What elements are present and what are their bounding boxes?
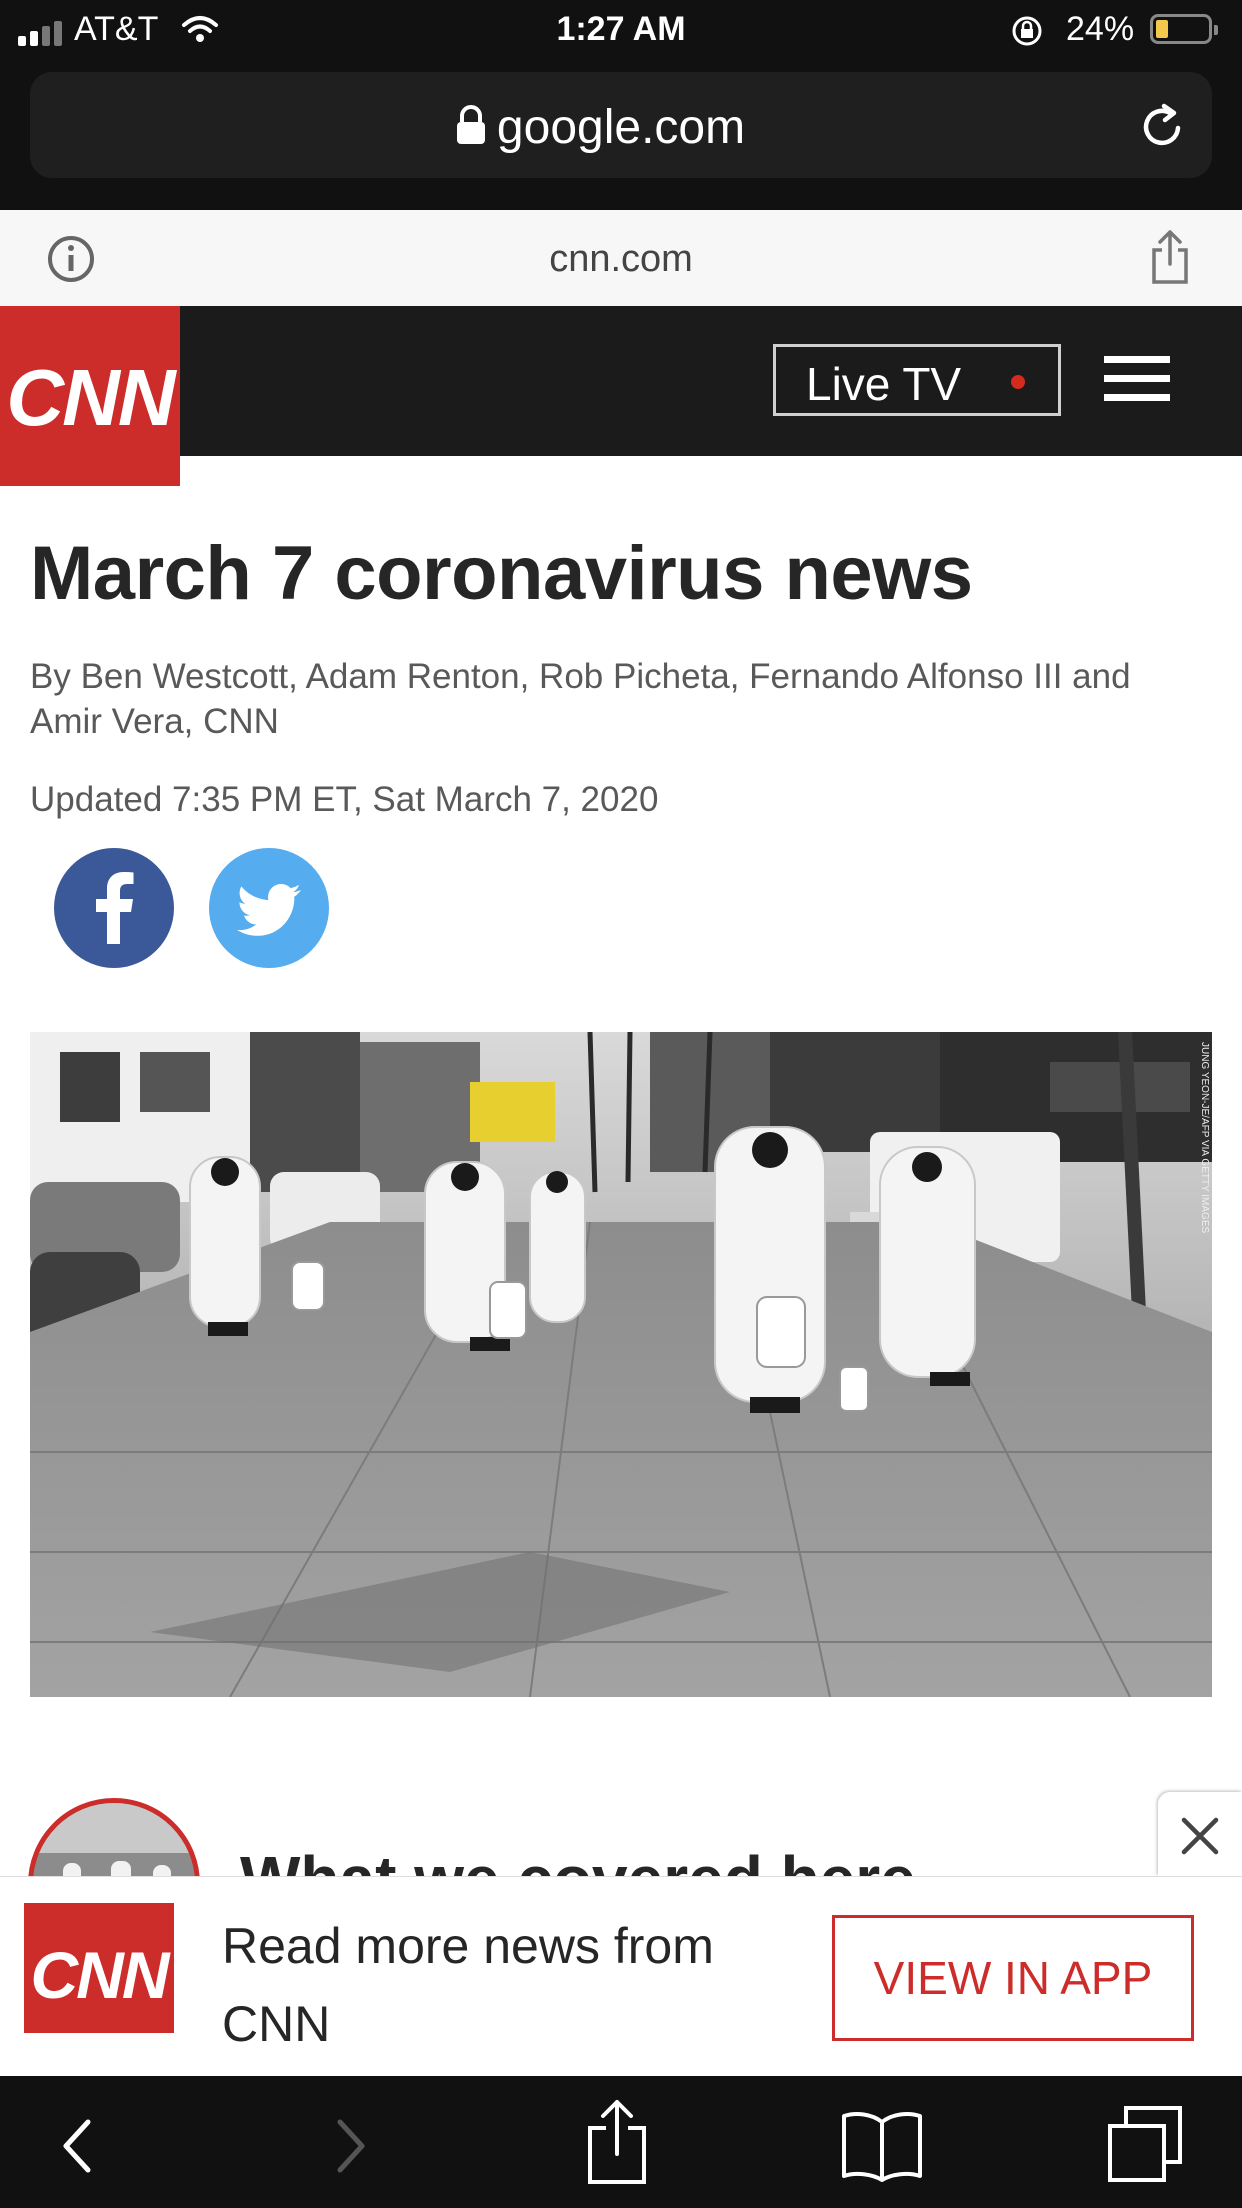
workers-disinfecting-street-image: JUNG YEON-JE/AFP VIA GETTY IMAGES	[30, 1032, 1212, 1697]
app-promo-banner: CNN Read more news from CNN VIEW IN APP	[0, 1876, 1242, 2077]
back-icon[interactable]	[58, 2116, 98, 2176]
article-byline: By Ben Westcott, Adam Renton, Rob Pichet…	[30, 657, 1131, 741]
reload-icon[interactable]	[1138, 102, 1186, 150]
facebook-icon	[96, 872, 134, 944]
article-timestamp: Updated 7:35 PM ET, Sat March 7, 2020	[30, 780, 659, 819]
photo-credit: JUNG YEON-JE/AFP VIA GETTY IMAGES	[1199, 1042, 1210, 1233]
close-icon	[1181, 1817, 1219, 1855]
forward-icon[interactable]	[330, 2116, 370, 2176]
view-in-app-button[interactable]: VIEW IN APP	[832, 1915, 1194, 2041]
menu-icon[interactable]	[1104, 356, 1170, 402]
article-hero-image[interactable]: JUNG YEON-JE/AFP VIA GETTY IMAGES	[30, 1032, 1212, 1697]
browser-address-area: google.com	[0, 62, 1242, 210]
battery-percent: 24%	[1066, 10, 1135, 48]
cnn-app-logo: CNN	[24, 1903, 174, 2033]
browser-toolbar	[0, 2076, 1242, 2208]
close-banner-button[interactable]	[1158, 1792, 1242, 1876]
share-sheet-icon[interactable]	[586, 2098, 648, 2186]
battery-icon	[1150, 14, 1218, 44]
app-promo-text: Read more news from CNN	[222, 1918, 714, 2052]
facebook-share-button[interactable]	[54, 848, 174, 968]
status-bar: AT&T 1:27 AM 24%	[0, 0, 1242, 62]
live-tv-label: Live TV	[806, 358, 962, 410]
url-text: google.com	[496, 101, 746, 154]
cnn-app-logo-text: CNN	[30, 1938, 170, 2012]
share-icon[interactable]	[1148, 228, 1192, 286]
amp-viewer-bar: cnn.com	[0, 210, 1242, 306]
cnn-logo-text: CNN	[6, 353, 175, 442]
address-bar[interactable]: google.com	[30, 72, 1212, 178]
cnn-logo[interactable]: CNN	[0, 306, 180, 486]
orientation-lock-icon	[1012, 16, 1042, 46]
site-header: Live TV	[0, 306, 1242, 456]
tabs-icon[interactable]	[1106, 2104, 1184, 2184]
twitter-icon	[237, 884, 301, 936]
clock: 1:27 AM	[556, 10, 686, 48]
source-host: cnn.com	[549, 238, 693, 280]
article-title: March 7 coronavirus news	[30, 531, 973, 616]
live-tv-button[interactable]: Live TV	[773, 344, 1061, 416]
twitter-share-button[interactable]	[209, 848, 329, 968]
live-indicator-dot	[1011, 375, 1025, 389]
bookmarks-icon[interactable]	[840, 2108, 924, 2182]
